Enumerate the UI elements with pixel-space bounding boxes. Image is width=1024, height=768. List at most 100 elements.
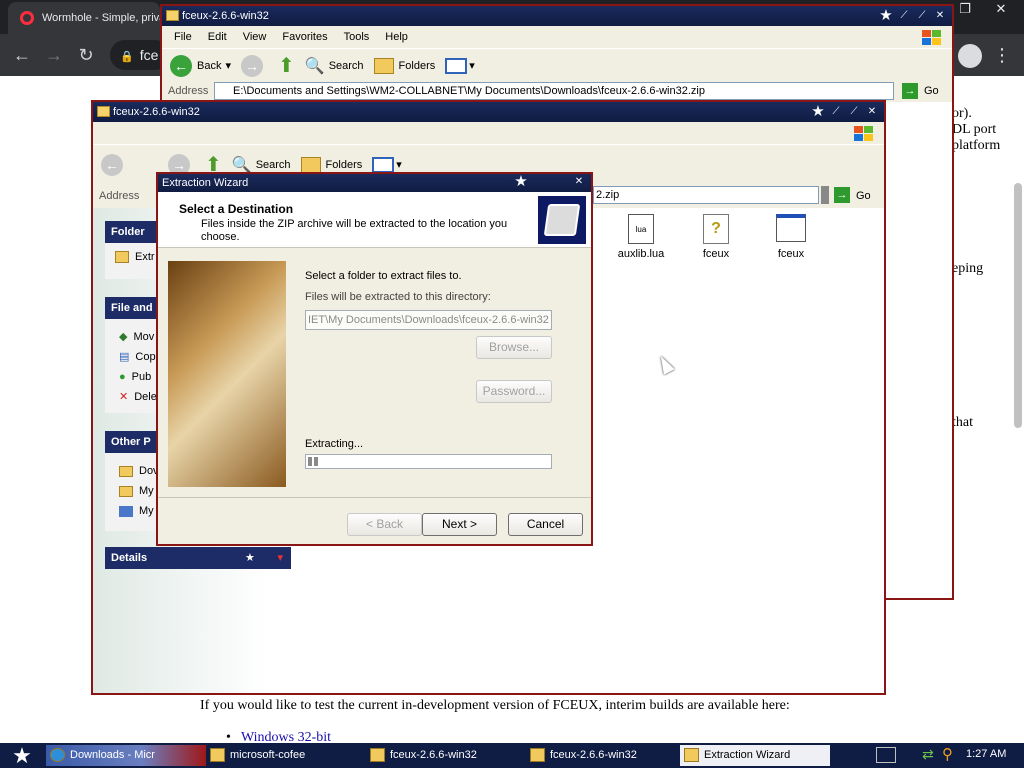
folders-icon (373, 57, 394, 74)
password-button[interactable]: Password... (476, 380, 552, 403)
file-label: fceux (777, 248, 805, 260)
up-folder-icon: ⬆ (278, 55, 295, 77)
go-button[interactable]: Go (856, 190, 871, 202)
browser-tab-title: Wormhole - Simple, priva (42, 12, 160, 24)
menu-help[interactable]: Help (377, 31, 416, 43)
explorer-front-titlebar: fceux-2.6.6-win32 ★ ⟋ ⟋ ✕ (93, 102, 884, 122)
menu-file[interactable]: File (166, 31, 200, 43)
browser-back-icon[interactable]: ← (8, 34, 36, 76)
folder-icon (530, 748, 545, 762)
back-arrow-icon: ← (170, 54, 192, 77)
address-input[interactable]: 2.zip (593, 186, 819, 204)
divider (158, 497, 591, 498)
browser-forward-icon[interactable]: → (40, 34, 68, 76)
folder-icon (210, 748, 225, 762)
wizard-instruction: Select a folder to extract files to. (305, 270, 462, 282)
close-icon[interactable]: ✕ (932, 9, 948, 23)
taskbar-item-wizard[interactable]: Extraction Wizard (680, 745, 830, 766)
extraction-wizard-dialog: Extraction Wizard ★ ✕ Select a Destinati… (156, 172, 593, 546)
taskbar-item-cofee[interactable]: microsoft-cofee (206, 745, 362, 766)
chevron-down-icon: ▾ (277, 552, 283, 564)
wizard-titlebar: Extraction Wizard ★ ✕ (158, 174, 591, 192)
ie-icon (50, 748, 65, 762)
views-icon (372, 156, 395, 173)
folder-icon (370, 748, 385, 762)
maximize-icon[interactable]: ⟋ (914, 9, 930, 23)
progress-fill (308, 457, 321, 466)
taskbar-item-downloads[interactable]: Downloads - Micr (46, 745, 206, 766)
page-text-fragment: that (952, 415, 973, 430)
minimize-icon[interactable]: ⟋ (828, 105, 844, 119)
next-button[interactable]: Next > (422, 513, 497, 536)
browser-reload-icon[interactable]: ↻ (72, 34, 100, 76)
back-button[interactable]: ← Back ▾ (170, 54, 231, 77)
forward-button[interactable]: → (241, 54, 268, 77)
window-title: fceux-2.6.6-win32 (113, 106, 200, 118)
cancel-button[interactable]: Cancel (508, 513, 583, 536)
browser-menu-icon[interactable]: ⋮ (992, 40, 1012, 70)
star-icon: ★ (879, 7, 893, 24)
address-label: Address (99, 190, 140, 202)
delete-icon: ✕ (119, 391, 129, 403)
details-panel-header[interactable]: Details ★ ▾ (105, 547, 291, 569)
copy-icon: ▤ (119, 351, 130, 363)
views-button[interactable]: ▾ (445, 57, 475, 74)
network-icon[interactable]: ⇄ (922, 746, 934, 763)
search-button[interactable]: 🔍 Search (305, 56, 364, 76)
standard-toolbar: ← Back ▾ → ⬆ 🔍 Search Folders ▾ (162, 48, 952, 82)
taskbar-item-fceux-2[interactable]: fceux-2.6.6-win32 (526, 745, 676, 766)
search-tray-icon[interactable]: ⚲ (942, 745, 953, 763)
maximize-icon[interactable]: ⟋ (846, 105, 862, 119)
minimize-icon[interactable]: ⟋ (896, 9, 912, 23)
star-icon: ★ (245, 552, 255, 564)
folders-button[interactable]: Folders (300, 156, 362, 173)
address-label: Address (168, 85, 209, 97)
windows-logo-icon (920, 28, 942, 46)
close-icon[interactable]: ✕ (864, 105, 880, 119)
go-arrow-icon[interactable]: → (834, 187, 850, 203)
page-text-fragment: eping (952, 261, 984, 276)
menu-bar: File Edit View Favorites Tools Help (162, 26, 952, 48)
page-text-fragment: platform (952, 138, 1001, 153)
page-text-fragment: or). (952, 106, 972, 121)
window-title: fceux-2.6.6-win32 (182, 10, 269, 22)
browser-tab[interactable]: Wormhole - Simple, priva (8, 2, 160, 34)
back-button[interactable]: ← (101, 153, 128, 176)
wizard-title: Extraction Wizard (162, 177, 249, 189)
menu-tools[interactable]: Tools (336, 31, 378, 43)
windows-logo-icon (852, 124, 874, 142)
menu-favorites[interactable]: Favorites (274, 31, 335, 43)
close-window-icon[interactable]: ✕ (984, 0, 1018, 20)
go-arrow-icon[interactable]: → (902, 83, 918, 99)
views-button[interactable]: ▾ (372, 156, 402, 173)
menu-edit[interactable]: Edit (200, 31, 235, 43)
explorer-back-titlebar: fceux-2.6.6-win32 ★ ⟋ ⟋ ✕ (162, 6, 952, 26)
application-icon[interactable] (776, 214, 806, 242)
profile-avatar-icon[interactable] (958, 44, 982, 68)
taskbar-item-fceux-1[interactable]: fceux-2.6.6-win32 (366, 745, 522, 766)
file-label: fceux (702, 248, 730, 260)
keyboard-icon[interactable] (876, 747, 896, 763)
up-folder-button[interactable]: ⬆ (278, 53, 295, 78)
menu-view[interactable]: View (235, 31, 275, 43)
opera-logo-icon (20, 11, 34, 25)
start-button[interactable]: ★ (4, 743, 40, 768)
back-button[interactable]: < Back (347, 513, 422, 536)
destination-path-input[interactable]: IET\My Documents\Downloads\fceux-2.6.6-w… (305, 310, 552, 330)
folders-button[interactable]: Folders (373, 57, 435, 74)
directory-label: Files will be extracted to this director… (305, 291, 491, 303)
page-scrollbar[interactable] (1014, 183, 1022, 428)
extract-icon (115, 251, 129, 264)
help-file-icon[interactable]: ? (703, 214, 729, 244)
close-icon[interactable]: ✕ (571, 175, 587, 189)
star-icon: ★ (514, 173, 528, 190)
browse-button[interactable]: Browse... (476, 336, 552, 359)
lock-icon: 🔒 (120, 51, 134, 63)
clock: 1:27 AM (966, 748, 1007, 760)
search-icon: 🔍 (304, 57, 325, 75)
address-input[interactable]: E:\Documents and Settings\WM2-COLLABNET\… (214, 82, 894, 100)
go-button[interactable]: Go (924, 85, 939, 97)
menu-bar (93, 122, 884, 144)
back-arrow-icon: ← (101, 153, 123, 176)
address-dropdown[interactable] (821, 186, 829, 204)
